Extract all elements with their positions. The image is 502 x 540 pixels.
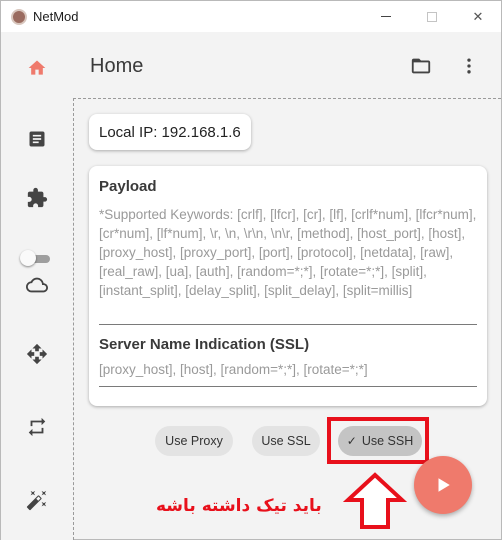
more-vert-icon (467, 58, 471, 74)
annotation-text: باید تیک داشته باشه (156, 496, 322, 516)
app-logo-icon (11, 9, 27, 25)
nav-logs[interactable] (19, 121, 55, 157)
nav-toggle-switch[interactable] (20, 250, 52, 266)
title-bar: NetMod ✕ (1, 1, 501, 32)
home-content: Local IP: 192.168.1.6 Payload *Supported… (73, 98, 501, 540)
magic-wand-icon (26, 490, 47, 511)
minimize-button[interactable] (363, 1, 409, 32)
payload-card: Payload *Supported Keywords: [crlf], [lf… (89, 166, 487, 406)
move-arrows-icon (26, 343, 48, 365)
open-folder-button[interactable] (407, 52, 435, 80)
use-proxy-chip[interactable]: Use Proxy (155, 426, 233, 456)
home-icon (28, 60, 46, 75)
app-window: NetMod ✕ Home Local IP: 192.168.1.6 Payl… (0, 0, 502, 540)
puzzle-icon (27, 187, 48, 208)
close-icon: ✕ (472, 8, 484, 24)
nav-cloud[interactable] (19, 267, 55, 303)
use-ssl-label: Use SSL (261, 434, 311, 448)
nav-home[interactable] (19, 50, 55, 86)
annotation-highlight-box (327, 417, 429, 464)
annotation-arrow-icon (342, 472, 408, 529)
page-title: Home (90, 55, 144, 77)
page-header: Home (73, 32, 501, 98)
play-icon (438, 478, 450, 492)
cloud-icon (26, 277, 48, 293)
document-icon (29, 131, 45, 147)
folder-icon (411, 58, 431, 74)
more-menu-button[interactable] (455, 52, 483, 80)
app-title: NetMod (33, 9, 79, 24)
start-button[interactable] (414, 456, 472, 514)
nav-repeat[interactable] (19, 409, 55, 445)
payload-input[interactable]: *Supported Keywords: [crlf], [lfcr], [cr… (99, 205, 479, 300)
local-ip-text: Local IP: 192.168.1.6 (99, 123, 241, 141)
use-proxy-label: Use Proxy (165, 434, 223, 448)
sni-input[interactable]: [proxy_host], [host], [random=*;*], [rot… (99, 362, 368, 377)
maximize-button[interactable] (409, 1, 455, 32)
sni-underline (99, 386, 477, 387)
repeat-icon (28, 417, 46, 437)
payload-underline (99, 324, 477, 325)
nav-tools[interactable] (19, 482, 55, 518)
nav-rail (1, 32, 73, 540)
sni-label: Server Name Indication (SSL) (99, 336, 310, 353)
close-button[interactable]: ✕ (455, 1, 501, 32)
payload-label: Payload (99, 178, 157, 195)
nav-move[interactable] (19, 336, 55, 372)
local-ip-badge: Local IP: 192.168.1.6 (89, 114, 251, 150)
use-ssl-chip[interactable]: Use SSL (252, 426, 320, 456)
nav-plugins[interactable] (19, 180, 55, 216)
